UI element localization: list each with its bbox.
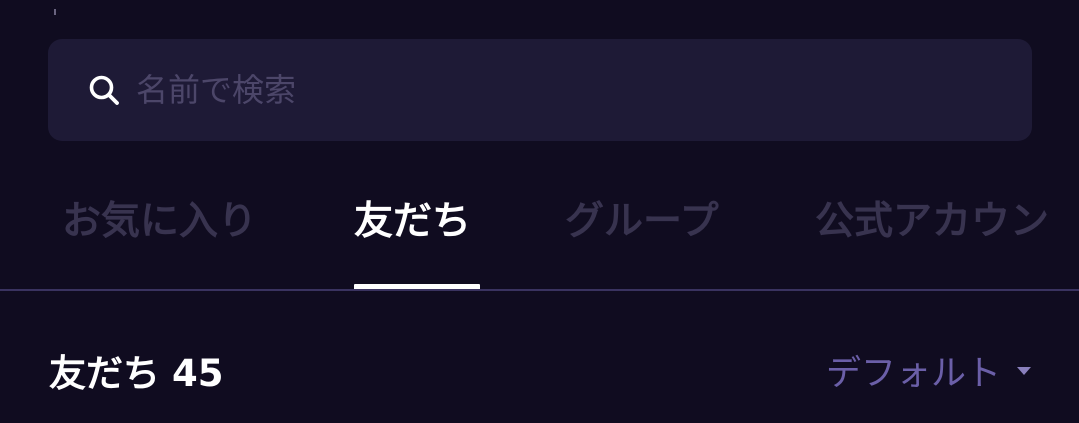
- friends-list-header: 友だち 45 デフォルト: [0, 291, 1079, 423]
- search-input[interactable]: [136, 60, 1032, 120]
- friends-screen: お気に入り 友だち グループ 公式アカウン 友だち 45 デフォルト: [0, 0, 1079, 423]
- search-icon: [86, 72, 122, 108]
- friends-count-title: 友だち 45: [49, 343, 224, 397]
- scrolled-content-fragment: [50, 0, 60, 15]
- sort-dropdown[interactable]: デフォルト: [826, 345, 1031, 396]
- tab-bar: お気に入り 友だち グループ 公式アカウン: [0, 168, 1079, 290]
- tab-favorites[interactable]: お気に入り: [62, 190, 257, 246]
- friends-count: 45: [172, 352, 224, 395]
- search-bar[interactable]: [48, 39, 1032, 141]
- tab-official-accounts[interactable]: 公式アカウン: [815, 190, 1049, 246]
- sort-label: デフォルト: [825, 354, 1001, 394]
- list-title-label: 友だち: [49, 352, 160, 395]
- tab-friends[interactable]: 友だち: [354, 190, 471, 246]
- caret-down-icon: [1017, 366, 1031, 375]
- tab-groups[interactable]: グループ: [565, 190, 719, 246]
